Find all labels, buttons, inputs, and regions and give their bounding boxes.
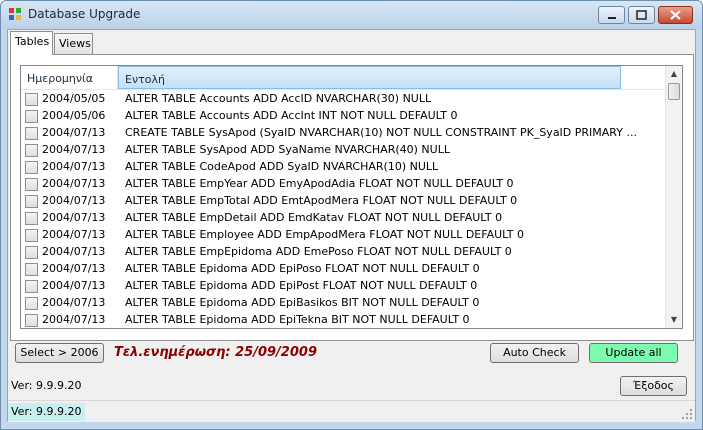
exit-button[interactable]: Έξοδος bbox=[620, 376, 687, 396]
row-date: 2004/07/13 bbox=[42, 228, 106, 241]
table-row[interactable]: 2004/07/13 ALTER TABLE Epidoma ADD EpiTek… bbox=[21, 311, 666, 328]
row-command: ALTER TABLE Accounts ADD AccInt INT NOT … bbox=[125, 109, 458, 122]
table-row[interactable]: 2004/07/13 ALTER TABLE Epidoma ADD EpiPos… bbox=[21, 277, 666, 294]
column-header-command[interactable]: Εντολή bbox=[118, 66, 621, 89]
row-date: 2004/07/13 bbox=[42, 279, 106, 292]
vertical-scrollbar[interactable]: ▲ ▼ bbox=[665, 66, 682, 328]
status-bar: Ver: 9.9.9.20 bbox=[8, 400, 695, 422]
version-label: Ver: 9.9.9.20 bbox=[11, 379, 82, 392]
table-row[interactable]: 2004/05/05 ALTER TABLE Accounts ADD AccID… bbox=[21, 90, 666, 107]
tab-tables[interactable]: Tables bbox=[10, 31, 53, 55]
row-date: 2004/07/13 bbox=[42, 177, 106, 190]
resize-grip-icon[interactable] bbox=[682, 409, 692, 419]
row-checkbox[interactable] bbox=[25, 93, 38, 106]
minimize-icon bbox=[608, 17, 616, 19]
row-date: 2004/07/13 bbox=[42, 194, 106, 207]
row-command: ALTER TABLE EmpDetail ADD EmdKatav FLOAT… bbox=[125, 211, 503, 224]
auto-check-button[interactable]: Auto Check bbox=[490, 343, 579, 363]
row-command: ALTER TABLE EmpYear ADD EmyApodAdia FLOA… bbox=[125, 177, 514, 190]
client-area: Tables Views Ημερομηνία Εντολή 2004/05/0… bbox=[7, 29, 696, 422]
table-row[interactable]: 2004/07/13 ALTER TABLE SysApod ADD SyaNam… bbox=[21, 141, 666, 158]
table-row[interactable]: 2004/07/13 ALTER TABLE CodeApod ADD SyaID… bbox=[21, 158, 666, 175]
row-checkbox[interactable] bbox=[25, 212, 38, 225]
row-command: CREATE TABLE SysApod (SyaID NVARCHAR(10)… bbox=[125, 126, 637, 139]
row-command: ALTER TABLE EmpEpidoma ADD EmePoso FLOAT… bbox=[125, 245, 512, 258]
minimize-button[interactable] bbox=[598, 6, 625, 24]
row-date: 2004/07/13 bbox=[42, 143, 106, 156]
row-checkbox[interactable] bbox=[25, 229, 38, 242]
row-date: 2004/07/13 bbox=[42, 262, 106, 275]
upgrade-list[interactable]: Ημερομηνία Εντολή 2004/05/05 ALTER TABLE … bbox=[20, 65, 683, 329]
row-checkbox[interactable] bbox=[25, 110, 38, 123]
row-checkbox[interactable] bbox=[25, 161, 38, 174]
row-date: 2004/07/13 bbox=[42, 211, 106, 224]
table-row[interactable]: 2004/05/06 ALTER TABLE Accounts ADD AccIn… bbox=[21, 107, 666, 124]
maximize-button[interactable] bbox=[628, 6, 655, 24]
column-header-date[interactable]: Ημερομηνία bbox=[21, 66, 118, 89]
row-date: 2004/07/13 bbox=[42, 296, 106, 309]
row-date: 2004/07/13 bbox=[42, 245, 106, 258]
row-command: ALTER TABLE EmpTotal ADD EmtApodMera FLO… bbox=[125, 194, 518, 207]
row-checkbox[interactable] bbox=[25, 297, 38, 310]
table-row[interactable]: 2004/07/13 ALTER TABLE EmpYear ADD EmyApo… bbox=[21, 175, 666, 192]
update-all-button[interactable]: Update all bbox=[589, 343, 678, 363]
app-icon bbox=[9, 8, 21, 20]
row-checkbox[interactable] bbox=[25, 178, 38, 191]
scroll-down-icon[interactable]: ▼ bbox=[666, 312, 682, 328]
row-command: ALTER TABLE SysApod ADD SyaName NVARCHAR… bbox=[125, 143, 450, 156]
table-row[interactable]: 2004/07/13 ALTER TABLE Employee ADD EmpAp… bbox=[21, 226, 666, 243]
tables-tab-panel: Ημερομηνία Εντολή 2004/05/05 ALTER TABLE … bbox=[10, 54, 694, 341]
row-command: ALTER TABLE Employee ADD EmpApodMera FLO… bbox=[125, 228, 524, 241]
row-command: ALTER TABLE Epidoma ADD EpiPoso FLOAT NO… bbox=[125, 262, 480, 275]
table-row[interactable]: 2004/07/13 ALTER TABLE Epidoma ADD EpiBas… bbox=[21, 294, 666, 311]
list-header: Ημερομηνία Εντολή bbox=[21, 66, 666, 90]
close-button[interactable] bbox=[658, 6, 693, 24]
app-window: Database Upgrade Tables Views Ημερομηνία… bbox=[0, 0, 703, 430]
row-command: ALTER TABLE Epidoma ADD EpiBasikos BIT N… bbox=[125, 296, 480, 309]
row-date: 2004/05/05 bbox=[42, 92, 106, 105]
select-2006-button[interactable]: Select > 2006 bbox=[15, 343, 104, 363]
maximize-icon bbox=[636, 10, 647, 20]
row-date: 2004/07/13 bbox=[42, 313, 106, 326]
table-row[interactable]: 2004/07/13 ALTER TABLE EmpEpidoma ADD Eme… bbox=[21, 243, 666, 260]
list-rows: 2004/05/05 ALTER TABLE Accounts ADD AccID… bbox=[21, 90, 666, 328]
row-command: ALTER TABLE Epidoma ADD EpiPost FLOAT NO… bbox=[125, 279, 478, 292]
row-checkbox[interactable] bbox=[25, 246, 38, 259]
row-command: ALTER TABLE Epidoma ADD EpiTekna BIT NOT… bbox=[125, 313, 470, 326]
table-row[interactable]: 2004/07/13 ALTER TABLE Epidoma ADD EpiPos… bbox=[21, 260, 666, 277]
window-title: Database Upgrade bbox=[28, 7, 141, 21]
row-checkbox[interactable] bbox=[25, 195, 38, 208]
tab-views[interactable]: Views bbox=[54, 33, 93, 54]
status-version: Ver: 9.9.9.20 bbox=[8, 403, 86, 421]
row-checkbox[interactable] bbox=[25, 144, 38, 157]
last-update-label: Τελ.ενημέρωση: 25/09/2009 bbox=[114, 345, 317, 360]
scroll-thumb[interactable] bbox=[668, 83, 680, 100]
scroll-up-icon[interactable]: ▲ bbox=[666, 66, 682, 82]
row-command: ALTER TABLE CodeApod ADD SyaID NVARCHAR(… bbox=[125, 160, 439, 173]
row-checkbox[interactable] bbox=[25, 314, 38, 327]
title-bar[interactable]: Database Upgrade bbox=[1, 1, 702, 29]
row-checkbox[interactable] bbox=[25, 127, 38, 140]
row-checkbox[interactable] bbox=[25, 263, 38, 276]
table-row[interactable]: 2004/07/13 ALTER TABLE EmpTotal ADD EmtAp… bbox=[21, 192, 666, 209]
row-date: 2004/07/13 bbox=[42, 126, 106, 139]
row-checkbox[interactable] bbox=[25, 280, 38, 293]
table-row[interactable]: 2004/07/13 ALTER TABLE EmpDetail ADD EmdK… bbox=[21, 209, 666, 226]
row-date: 2004/05/06 bbox=[42, 109, 106, 122]
row-date: 2004/07/13 bbox=[42, 160, 106, 173]
row-command: ALTER TABLE Accounts ADD AccID NVARCHAR(… bbox=[125, 92, 432, 105]
close-icon bbox=[670, 10, 681, 20]
table-row[interactable]: 2004/07/13 CREATE TABLE SysApod (SyaID NV… bbox=[21, 124, 666, 141]
